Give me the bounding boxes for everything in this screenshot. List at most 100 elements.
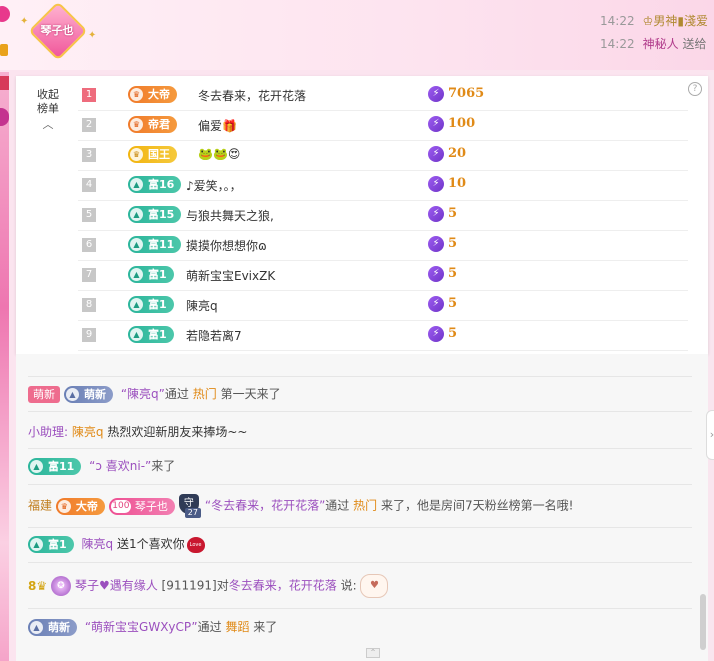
rank-value: 5 [448, 266, 458, 281]
chat-scrollbar[interactable] [700, 594, 706, 650]
guard-shield-icon: 守 27 [178, 494, 201, 518]
divider [28, 411, 692, 412]
top-bar: ✦ ✦ 琴子也 14:22 ♔男神▮淺爱 14:22 神秘人 送给 [0, 0, 714, 70]
rank-row[interactable]: 8 ▲ 富1 陳亮q ⚡ 5 [78, 290, 688, 321]
crown-icon: ♛ [57, 499, 71, 513]
rank-user-name[interactable]: 摸摸你想想你ɷ [186, 237, 267, 254]
rank-value: 5 [448, 326, 458, 341]
source-link[interactable]: 热门 [353, 499, 377, 513]
guard-icon: ✪ [50, 576, 71, 596]
chat-text: 对 [216, 578, 229, 593]
rank-row[interactable]: 9 ▲ 富1 若隐若离7 ⚡ 5 [78, 320, 688, 351]
top-message: 14:22 ♔男神▮淺爱 [600, 12, 708, 29]
chat-message: ▲ 萌新 “萌新宝宝GWXyCP”通过 舞蹈 来了 [28, 618, 688, 636]
rank-row[interactable]: 2 ♛ 帝君 偏爱🎁 ⚡ 100 [78, 110, 688, 141]
rank-number: 3 [82, 148, 96, 162]
city-label: 福建 [28, 498, 53, 513]
level-badge: ▲ 富11 [128, 236, 182, 253]
rank-value: 20 [448, 146, 467, 161]
rank-value: 100 [448, 116, 476, 131]
rank-user-name[interactable]: 萌新宝宝EvixZK [186, 267, 275, 284]
divider [28, 448, 692, 449]
triangle-icon: ▲ [30, 460, 43, 473]
rank-number: 9 [82, 328, 96, 342]
chat-message: ▲ 富1 陳亮q 送1个喜欢你 Love [28, 535, 688, 553]
rank-number: 5 [82, 208, 96, 222]
rank-number: 4 [82, 178, 96, 192]
rank-row[interactable]: 5 ▲ 富15 与狼共舞天之狼, ⚡ 5 [78, 200, 688, 231]
help-icon[interactable]: ? [688, 82, 702, 96]
expand-panel-button[interactable]: › [706, 410, 714, 460]
chat-message: 萌新 ▲ 萌新 “陳亮q”通过 热门 第一天来了 [28, 385, 688, 403]
level-badge: ♛ 大帝 [55, 497, 105, 515]
rank-value: 5 [448, 206, 458, 221]
rank-user-name[interactable]: 🐸🐸😍 [198, 147, 240, 161]
lightning-icon: ⚡ [428, 326, 444, 342]
level-badge: ▲ 富1 [128, 266, 174, 283]
lightning-icon: ⚡ [428, 86, 444, 102]
chat-text: 来了，他是房间7天粉丝榜第一名哦! [380, 498, 574, 513]
chat-text: 通过 [164, 387, 189, 401]
left-chip [0, 76, 9, 90]
right-strip [707, 72, 714, 661]
triangle-icon: ▲ [130, 268, 143, 281]
chat-list[interactable]: 萌新 ▲ 萌新 “陳亮q”通过 热门 第一天来了 小助理: 陳亮q 热烈欢迎新朋友来… [16, 354, 708, 661]
anchor-badge[interactable]: 琴子也 [28, 1, 88, 61]
level-badge: ▲ 萌新 [64, 386, 113, 403]
message-text: 送给 [682, 37, 707, 51]
chat-user[interactable]: 冬去春来，花开花落 [211, 499, 319, 513]
sticker-icon: ♥ [360, 574, 389, 598]
message-user[interactable]: ♔男神▮淺爱 [643, 14, 708, 28]
chat-user[interactable]: 陳亮q [81, 537, 113, 551]
chat-message: 小助理: 陳亮q 热烈欢迎新朋友来捧场~~ [28, 423, 688, 440]
rank-user-name[interactable]: 陳亮q [186, 297, 218, 314]
collapse-rank-button[interactable]: 收起 榜单 ︿ [34, 88, 62, 132]
rank-row[interactable]: 6 ▲ 富11 摸摸你想想你ɷ ⚡ 5 [78, 230, 688, 261]
level-badge: ▲ 富1 [128, 326, 174, 343]
chat-user[interactable]: 陳亮q [127, 387, 159, 401]
rank-row[interactable]: 1 ♛ 大帝 冬去春来，花开花落 ⚡ 7065 [78, 80, 688, 111]
divider [28, 376, 692, 377]
source-link[interactable]: 舞蹈 [225, 620, 249, 634]
level-badge: ♛ 帝君 [128, 116, 177, 133]
rank-number: 2 [82, 118, 96, 132]
chat-text: 通过 [197, 620, 222, 634]
lightning-icon: ⚡ [428, 296, 444, 312]
rank-user-name[interactable]: 若隐若离7 [186, 327, 242, 344]
left-video-strip [0, 72, 9, 661]
chat-user[interactable]: ↄ 喜欢ni- [95, 459, 145, 473]
divider [28, 562, 692, 563]
rank-row[interactable]: 7 ▲ 富1 萌新宝宝EvixZK ⚡ 5 [78, 260, 688, 291]
rank-user-name[interactable]: 偏爱🎁 [198, 117, 237, 134]
newbie-tag: 萌新 [28, 386, 60, 403]
level-badge: ♛ 国王 [128, 146, 177, 163]
rank-row[interactable]: 4 ▲ 富16 ♪爱笑，。， ⚡ 10 [78, 170, 688, 201]
room-number: [911191] [161, 578, 217, 593]
chat-user[interactable]: 陳亮q [72, 425, 104, 439]
source-link[interactable]: 热门 [193, 387, 217, 401]
rank-row[interactable]: 3 ♛ 国王 🐸🐸😍 ⚡ 20 [78, 140, 688, 171]
chat-message: 8♛ ✪ 琴子♥遇有缘人 [911191]对冬去春来，花开花落 说: ♥ [28, 574, 688, 598]
rank-value: 7065 [448, 86, 485, 101]
chat-target[interactable]: 冬去春来，花开花落 [229, 579, 337, 593]
chat-text: 送1个喜欢你 [116, 537, 185, 551]
message-user[interactable]: 神秘人 [643, 37, 679, 51]
divider [28, 608, 692, 609]
rank-panel: 收起 榜单 ︿ ? 1 ♛ 大帝 冬去春来，花开花落 ⚡ 7065 2 ♛ 帝君 偏… [16, 76, 708, 354]
level-badge: ▲ 富11 [28, 458, 82, 475]
rank-user-name[interactable]: ♪爱笑，。， [186, 177, 242, 194]
chat-user[interactable]: 琴子♥遇有缘人 [75, 579, 158, 593]
triangle-icon: ▲ [130, 178, 143, 191]
rank-user-name[interactable]: 冬去春来，花开花落 [198, 87, 306, 104]
fan-level: 100 [110, 499, 131, 513]
chat-text: 说: [340, 578, 357, 593]
chat-user[interactable]: 萌新宝宝GWXyCP [91, 620, 191, 634]
rank-value: 5 [448, 296, 458, 311]
crown-icon: ♛ [130, 88, 143, 101]
chat-text: 第一天来了 [220, 387, 281, 401]
lightning-icon: ⚡ [428, 266, 444, 282]
left-avatar-dot [0, 6, 10, 22]
resize-handle-icon[interactable]: ^ [366, 648, 380, 658]
divider [28, 484, 692, 485]
rank-user-name[interactable]: 与狼共舞天之狼, [186, 207, 274, 224]
